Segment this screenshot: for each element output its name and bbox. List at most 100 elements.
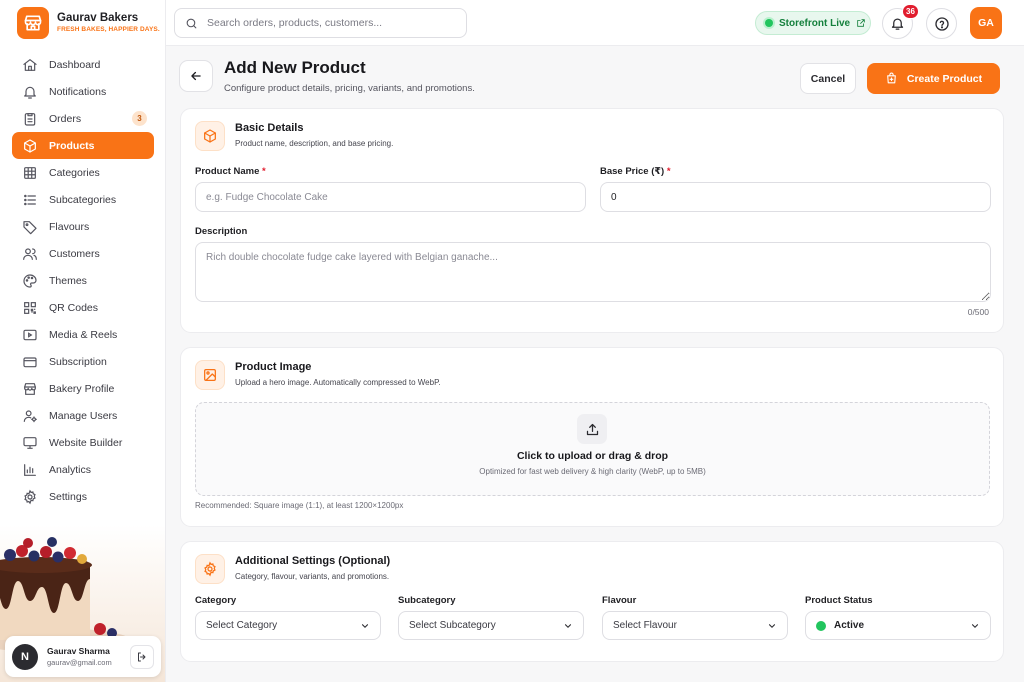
users-icon — [23, 247, 37, 260]
sidebar-item-label: Subscription — [49, 355, 107, 368]
base-price-label-text: Base Price (₹) — [600, 166, 665, 177]
required-mark: * — [666, 166, 671, 177]
description-textarea[interactable] — [195, 242, 991, 302]
category-label: Category — [195, 595, 237, 606]
sidebar-item-label: Subcategories — [49, 193, 117, 206]
qr-icon — [24, 301, 36, 314]
palette-icon — [23, 273, 37, 288]
sidebar-item-label: Products — [49, 139, 95, 152]
grid-icon — [24, 166, 36, 179]
upload-icon — [577, 414, 607, 444]
cancel-button[interactable]: Cancel — [800, 63, 856, 94]
profile-avatar-button[interactable]: GA — [970, 7, 1002, 39]
subcategory-select[interactable]: Select Subcategory — [398, 611, 584, 640]
product-status-label: Product Status — [805, 595, 873, 606]
section-title: Product Image — [235, 361, 312, 373]
bell-icon — [891, 18, 904, 30]
flavour-select[interactable]: Select Flavour — [602, 611, 788, 640]
section-title: Basic Details — [235, 122, 304, 134]
bell-icon — [24, 86, 36, 99]
product-status-value: Active — [834, 620, 865, 631]
description-label: Description — [195, 226, 248, 237]
category-select-value: Select Category — [206, 620, 278, 631]
sidebar-item-label: Settings — [49, 490, 87, 503]
chevron-down-icon — [361, 624, 369, 628]
create-product-button[interactable]: Create Product — [867, 63, 1000, 94]
sidebar: Gaurav Bakers FRESH BAKES, HAPPIER DAYS.… — [0, 0, 166, 682]
orders-count-badge: 3 — [132, 111, 147, 126]
sidebar-item-qr-codes[interactable]: QR Codes — [12, 294, 154, 321]
notifications-button[interactable]: 36 — [882, 4, 919, 39]
user-card[interactable]: N Gaurav Sharma gaurav@gmail.com — [5, 636, 161, 677]
sidebar-item-label: Orders — [49, 112, 82, 125]
logout-icon — [138, 652, 146, 662]
storefront-live-label: Storefront Live — [779, 17, 851, 29]
media-icon — [23, 329, 37, 340]
brand[interactable]: Gaurav Bakers FRESH BAKES, HAPPIER DAYS. — [17, 7, 160, 39]
sidebar-nav: Dashboard Notifications Orders 3 Product… — [12, 51, 154, 510]
store-icon — [24, 382, 36, 395]
sidebar-item-orders[interactable]: Orders 3 — [12, 105, 154, 132]
sidebar-item-label: Dashboard — [49, 58, 101, 71]
sidebar-item-categories[interactable]: Categories — [12, 159, 154, 186]
sidebar-item-dashboard[interactable]: Dashboard — [12, 51, 154, 78]
sidebar-item-bakery-profile[interactable]: Bakery Profile — [12, 375, 154, 402]
product-status-select[interactable]: Active — [805, 611, 991, 640]
notification-count-badge: 36 — [902, 4, 919, 19]
chevron-down-icon — [564, 624, 572, 628]
arrow-left-icon — [191, 71, 201, 81]
card-icon — [23, 356, 37, 367]
live-status-dot — [765, 19, 773, 27]
base-price-label: Base Price (₹) * — [600, 166, 671, 177]
sidebar-item-manage-users[interactable]: Manage Users — [12, 402, 154, 429]
status-dot — [816, 620, 826, 631]
page-title: Add New Product — [224, 58, 366, 77]
search-bar[interactable] — [174, 8, 467, 38]
image-upload-dropzone[interactable]: Click to upload or drag & drop Optimized… — [195, 402, 990, 496]
sidebar-item-customers[interactable]: Customers — [12, 240, 154, 267]
sidebar-item-label: Customers — [49, 247, 100, 260]
sidebar-item-media-reels[interactable]: Media & Reels — [12, 321, 154, 348]
image-icon — [195, 360, 225, 390]
required-mark: * — [262, 166, 266, 177]
product-name-input[interactable] — [195, 182, 586, 212]
sidebar-item-subscription[interactable]: Subscription — [12, 348, 154, 375]
back-button[interactable] — [179, 60, 213, 92]
section-subtitle: Category, flavour, variants, and promoti… — [235, 572, 390, 581]
search-input[interactable] — [207, 17, 457, 29]
help-button[interactable] — [926, 8, 957, 39]
product-image-card: Product Image Upload a hero image. Autom… — [180, 347, 1004, 527]
basic-details-card: Basic Details Product name, description,… — [180, 108, 1004, 333]
sidebar-item-label: Manage Users — [49, 409, 118, 422]
sidebar-item-analytics[interactable]: Analytics — [12, 456, 154, 483]
logout-button[interactable] — [130, 645, 154, 669]
chevron-down-icon — [971, 624, 979, 628]
sidebar-item-flavours[interactable]: Flavours — [12, 213, 154, 240]
topbar: Storefront Live 36 GA — [166, 0, 1024, 46]
sidebar-item-website-builder[interactable]: Website Builder — [12, 429, 154, 456]
sidebar-item-label: Bakery Profile — [49, 382, 115, 395]
sidebar-item-label: Analytics — [49, 463, 92, 476]
storefront-live-button[interactable]: Storefront Live — [755, 11, 871, 35]
user-email: gaurav@gmail.com — [47, 658, 112, 667]
section-subtitle: Upload a hero image. Automatically compr… — [235, 378, 441, 387]
brand-name: Gaurav Bakers — [57, 12, 139, 24]
sidebar-item-label: Categories — [49, 166, 100, 179]
additional-settings-card: Additional Settings (Optional) Category,… — [180, 541, 1004, 662]
box-icon — [195, 121, 225, 151]
category-select[interactable]: Select Category — [195, 611, 381, 640]
subcategory-label: Subcategory — [398, 595, 456, 606]
sidebar-item-settings[interactable]: Settings — [12, 483, 154, 510]
brand-tagline: FRESH BAKES, HAPPIER DAYS. — [57, 26, 160, 33]
sidebar-item-products[interactable]: Products — [12, 132, 154, 159]
flavour-select-value: Select Flavour — [613, 620, 677, 631]
chevron-down-icon — [768, 624, 776, 628]
storefront-logo-icon — [17, 7, 49, 39]
sidebar-item-label: QR Codes — [49, 301, 99, 314]
sidebar-item-subcategories[interactable]: Subcategories — [12, 186, 154, 213]
gear-icon — [24, 489, 36, 504]
sidebar-item-themes[interactable]: Themes — [12, 267, 154, 294]
base-price-input[interactable] — [600, 182, 991, 212]
avatar: N — [12, 643, 38, 670]
sidebar-item-notifications[interactable]: Notifications — [12, 78, 154, 105]
